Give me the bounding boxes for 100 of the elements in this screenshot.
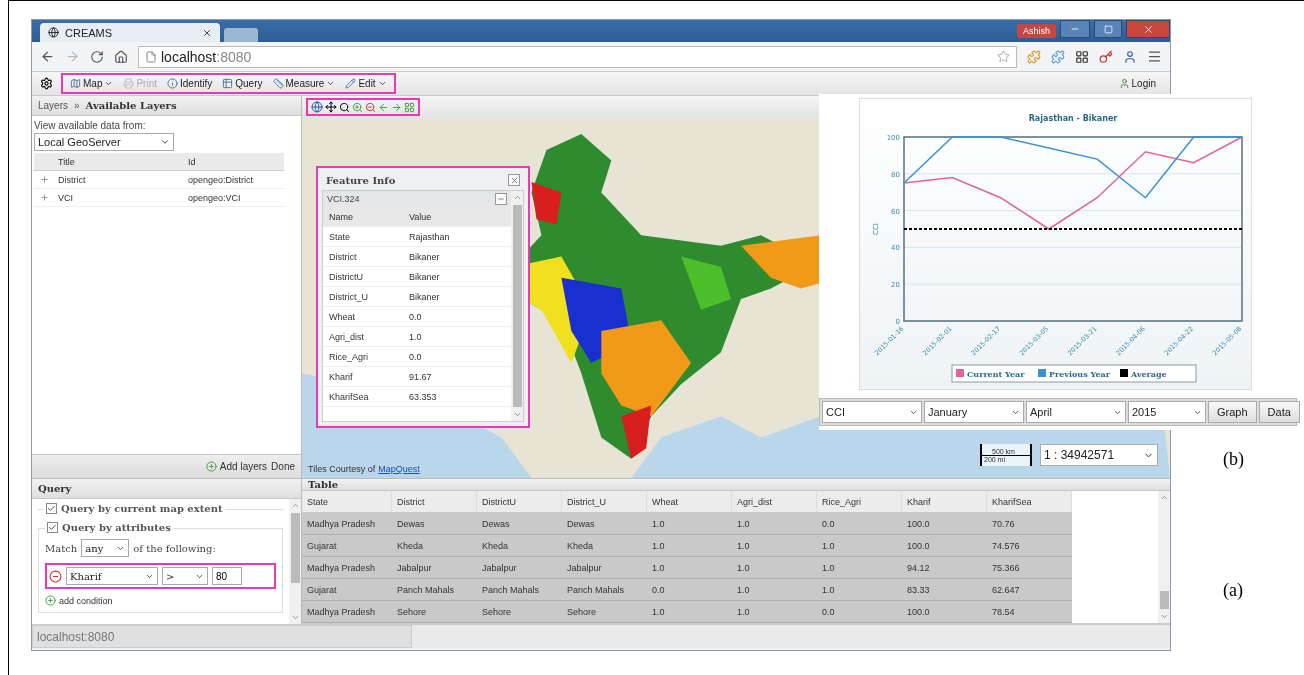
table-cell-text: Jabalpur [396, 561, 433, 575]
table-cell-text: Kheda [396, 539, 425, 553]
close-icon [202, 27, 212, 38]
extension-icon [1051, 49, 1065, 64]
table-row[interactable]: Madhya Pradesh Dewas Dewas Dewas 1.0 1.0 0.0 100.0 70.76 [302, 513, 1072, 535]
scrollbar-thumb[interactable] [512, 205, 522, 407]
star-icon[interactable] [997, 50, 1010, 63]
column-header: Rice_Agri [817, 491, 902, 512]
column-header: Title [34, 153, 184, 171]
add-condition-link[interactable]: add condition [45, 595, 276, 606]
toolbar-button[interactable]: Map [66, 76, 118, 91]
column-header: Kharif [902, 491, 987, 512]
browser-tab[interactable]: CREAMS [40, 23, 220, 42]
toolbar-button[interactable]: Edit [341, 76, 391, 91]
operator-select[interactable]: > [162, 567, 208, 585]
chart-select[interactable]: April [1026, 401, 1126, 423]
table-cell-text: 1.0 [736, 605, 751, 619]
back-icon [40, 49, 55, 64]
measure-icon [272, 78, 284, 89]
map-icon [70, 78, 81, 89]
scroll-down-icon[interactable] [1159, 612, 1169, 621]
chart-button[interactable]: Graph [1208, 401, 1257, 423]
table-row[interactable]: Madhya Pradesh Sehore Sehore Sehore 1.0 1.0 0.0 100.0 78.54 [302, 601, 1072, 623]
status-url: localhost:8080 [32, 625, 412, 648]
table-cell-text: Sehore [396, 605, 428, 619]
next-extent-icon [391, 101, 402, 113]
table-cell-text: 0.0 [821, 605, 836, 619]
minimize-button[interactable] [1060, 20, 1090, 38]
table-cell-text: 83.33 [906, 583, 931, 597]
query-icon [222, 78, 234, 89]
value-field[interactable]: 80 [212, 567, 242, 585]
reload-icon [90, 49, 104, 64]
extension-icon [1075, 49, 1089, 64]
table-cell-text: Panch Mahals [566, 583, 626, 597]
match-select[interactable]: any [81, 539, 130, 557]
source-label: View available data from: [34, 120, 147, 131]
checkbox[interactable] [46, 503, 57, 514]
scroll-down-icon[interactable] [290, 613, 300, 622]
source-select[interactable]: Local GeoServer [34, 133, 174, 151]
attribute-value: 0.0 [409, 311, 423, 322]
toolbar-button[interactable]: Query [218, 76, 267, 91]
layer-id: opengeo:District [184, 171, 284, 189]
expand-icon[interactable] [39, 193, 49, 202]
column-header: Id [184, 153, 284, 171]
mapquest-link[interactable]: MapQuest [378, 464, 420, 474]
table-cell-text: 70.76 [991, 517, 1016, 531]
scroll-down-icon[interactable] [512, 410, 522, 419]
column-header: District_U [562, 491, 647, 512]
scrollbar[interactable] [511, 191, 523, 421]
toolbar-button[interactable]: Identify [163, 76, 217, 91]
scroll-up-icon[interactable] [1159, 493, 1169, 502]
minus-icon [497, 195, 505, 203]
table-cell-text: 75.366 [991, 561, 1021, 575]
scrollbar-thumb[interactable] [1159, 591, 1169, 609]
user-icon [1118, 78, 1130, 89]
scrollbar[interactable] [289, 499, 301, 624]
toolbar-button[interactable]: Measure [268, 76, 340, 91]
table-cell-text: Kheda [566, 539, 595, 553]
table-cell-text: 94.12 [906, 561, 931, 575]
maximize-button[interactable] [1094, 20, 1122, 38]
attribute-name: District_U [329, 291, 369, 302]
user-badge[interactable]: Ashish [1017, 24, 1056, 38]
address-field[interactable]: localhost:8080 [138, 45, 1017, 68]
chart-select[interactable]: 2015 [1128, 401, 1206, 423]
table-row[interactable]: Gujarat Panch Mahals Panch Mahals Panch Mahals 0.0 1.0 1.0 83.33 62.647 [302, 579, 1072, 601]
table-row[interactable]: Gujarat Kheda Kheda Kheda 1.0 1.0 1.0 100.0 74.576 [302, 535, 1072, 557]
zoom-box-icon [339, 101, 350, 113]
table-row[interactable]: Madhya Pradesh Jabalpur Jabalpur Jabalpur 1.0 1.0 1.0 94.12 75.366 [302, 557, 1072, 579]
table-cell-text: 1.0 [821, 539, 836, 553]
expand-icon[interactable] [39, 175, 49, 184]
table-cell-text: 1.0 [651, 561, 666, 575]
table-cell-text: 0.0 [651, 583, 666, 597]
login-button[interactable]: Login [1112, 77, 1162, 90]
attribute-value: 91.67 [409, 371, 433, 382]
remove-icon[interactable] [49, 569, 62, 583]
chart-select[interactable]: January [924, 401, 1024, 423]
close-icon [509, 175, 519, 185]
checkbox-label: Query by attributes [62, 522, 171, 533]
table-cell-text: 1.0 [821, 561, 836, 575]
table-cell-text: 100.0 [906, 539, 931, 553]
collapse-button[interactable] [495, 193, 507, 205]
scroll-up-icon[interactable] [512, 193, 522, 202]
scale-select[interactable]: 1 : 34942571 [1040, 444, 1158, 466]
scrollbar-thumb[interactable] [290, 513, 300, 583]
add-layers-button[interactable]: Add layers [205, 461, 268, 472]
checkbox[interactable] [47, 522, 58, 533]
done-button[interactable]: Done [271, 461, 295, 472]
home-icon [114, 49, 128, 64]
breadcrumb-link[interactable]: Layers [38, 100, 68, 111]
table-cell-text: 78.54 [991, 605, 1016, 619]
extension-icon [1099, 49, 1113, 64]
scroll-up-icon[interactable] [290, 501, 300, 510]
close-button[interactable] [1126, 20, 1170, 38]
chart-button[interactable]: Data [1258, 401, 1300, 423]
feature-id: VCI.324 [327, 194, 360, 204]
pan-icon [325, 101, 337, 113]
scrollbar[interactable] [1158, 491, 1170, 623]
close-button[interactable] [508, 174, 520, 186]
field-select[interactable]: Kharif [66, 567, 158, 585]
chart-select[interactable]: CCI [822, 401, 922, 423]
